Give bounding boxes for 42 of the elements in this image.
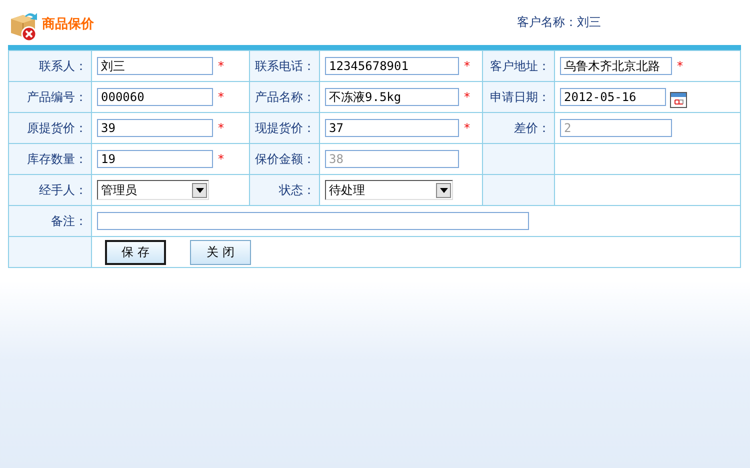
field-label: 状态：: [279, 182, 315, 196]
field-label: 原提货价：: [27, 120, 87, 134]
required-mark: *: [218, 59, 224, 73]
dropdown[interactable]: 管理员: [97, 180, 209, 200]
required-mark: *: [218, 152, 224, 166]
input-field[interactable]: 39: [97, 119, 213, 137]
input-field[interactable]: [97, 212, 529, 230]
field-label: 产品编号：: [27, 90, 87, 104]
required-mark: *: [218, 90, 224, 104]
input-field[interactable]: 37: [325, 119, 459, 137]
field-label: 经手人：: [39, 182, 87, 196]
field-label: 客户地址：: [490, 58, 550, 72]
form-button[interactable]: 关 闭: [190, 240, 251, 264]
field-label: 产品名称：: [255, 90, 315, 104]
input-field[interactable]: 2012-05-16: [560, 88, 666, 106]
input-field[interactable]: 19: [97, 150, 213, 168]
field-label: 申请日期：: [490, 90, 550, 104]
required-mark: *: [464, 121, 470, 135]
field-label: 库存数量：: [27, 152, 87, 166]
required-mark: *: [677, 59, 683, 73]
input-field[interactable]: 000060: [97, 88, 213, 106]
field-label: 联系电话：: [255, 58, 315, 72]
field-label: 联系人：: [39, 58, 87, 72]
input-field[interactable]: 12345678901: [325, 57, 459, 75]
form-button[interactable]: 保 存: [105, 240, 166, 264]
input-field[interactable]: 刘三: [97, 57, 213, 75]
field-label: 备注：: [51, 214, 87, 228]
required-mark: *: [464, 90, 470, 104]
customer-label: 客户名称：: [517, 15, 577, 29]
dropdown[interactable]: 待处理: [325, 180, 453, 200]
input-field[interactable]: 不冻液9.5kg: [325, 88, 459, 106]
field-label: 差价：: [514, 120, 550, 134]
caret-icon: [440, 188, 448, 192]
calendar-icon[interactable]: [670, 90, 687, 108]
page-title: 商品保价: [42, 16, 94, 32]
required-mark: *: [218, 121, 224, 135]
required-mark: *: [464, 59, 470, 73]
input-field[interactable]: 乌鲁木齐北京北路: [560, 57, 672, 75]
field-label: 现提货价：: [255, 120, 315, 134]
field-label: 保价金额：: [255, 152, 315, 166]
caret-icon: [196, 188, 204, 192]
customer-name: 刘三: [577, 15, 601, 29]
